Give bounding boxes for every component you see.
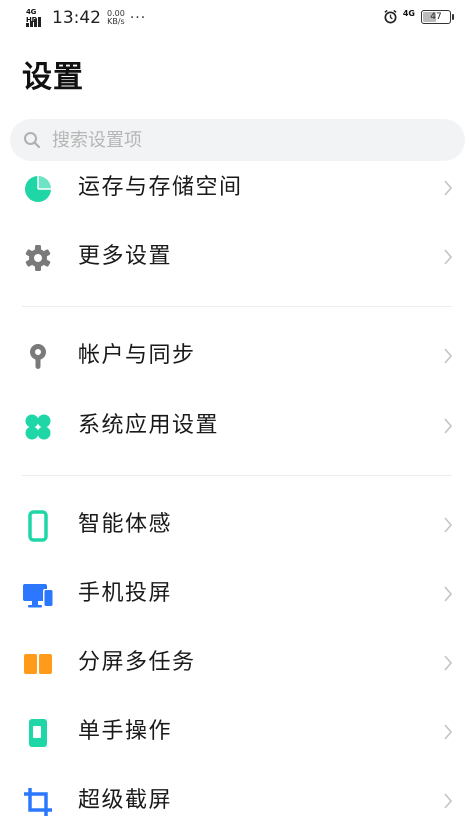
setting-item-one-hand[interactable]: 单手操作 bbox=[0, 702, 475, 762]
setting-item-label: 超级截屏 bbox=[78, 788, 173, 813]
section-divider bbox=[22, 306, 452, 307]
status-left: 4G HD 13:42 0.00 KB/s ··· bbox=[26, 8, 146, 28]
battery-icon: 47 bbox=[421, 9, 454, 24]
status-time: 13:42 bbox=[52, 8, 101, 28]
chevron-right-icon bbox=[444, 249, 453, 265]
chevron-right-icon bbox=[444, 180, 453, 196]
screen-cast-icon bbox=[23, 584, 53, 608]
setting-item-label: 帐户与同步 bbox=[78, 343, 196, 368]
chevron-right-icon bbox=[444, 418, 453, 434]
search-bar[interactable] bbox=[10, 119, 465, 161]
page-title: 设置 bbox=[22, 60, 84, 95]
setting-item-label: 智能体感 bbox=[78, 512, 173, 537]
chevron-right-icon bbox=[444, 586, 453, 602]
chevron-right-icon bbox=[444, 517, 453, 533]
chevron-right-icon bbox=[444, 793, 453, 809]
setting-item-account-sync[interactable]: 帐户与同步 bbox=[0, 326, 475, 386]
one-hand-icon bbox=[29, 719, 47, 747]
location-pin-icon bbox=[30, 344, 46, 369]
phone-outline-icon bbox=[28, 510, 48, 542]
speed-unit: KB/s bbox=[107, 17, 125, 26]
chevron-right-icon bbox=[444, 348, 453, 364]
setting-item-split-screen[interactable]: 分屏多任务 bbox=[0, 633, 475, 693]
setting-item-system-apps[interactable]: 系统应用设置 bbox=[0, 396, 475, 456]
setting-item-motion-sense[interactable]: 智能体感 bbox=[0, 495, 475, 555]
setting-item-label: 运存与存储空间 bbox=[78, 175, 243, 200]
setting-item-screen-cast[interactable]: 手机投屏 bbox=[0, 564, 475, 624]
status-bar: 4G HD 13:42 0.00 KB/s ··· 4G 47 bbox=[0, 0, 475, 38]
setting-item-label: 系统应用设置 bbox=[78, 413, 220, 438]
alarm-icon bbox=[384, 9, 397, 24]
search-input[interactable] bbox=[52, 119, 432, 161]
setting-item-label: 更多设置 bbox=[78, 244, 173, 269]
chevron-right-icon bbox=[444, 724, 453, 740]
signal-icon: 4G HD bbox=[26, 8, 46, 28]
setting-item-label: 单手操作 bbox=[78, 719, 173, 744]
setting-item-super-screenshot[interactable]: 超级截屏 bbox=[0, 771, 475, 831]
network-speed: 0.00 KB/s bbox=[107, 10, 125, 26]
battery-level: 47 bbox=[430, 11, 442, 22]
setting-item-more-settings[interactable]: 更多设置 bbox=[0, 227, 475, 287]
setting-item-label: 分屏多任务 bbox=[78, 650, 196, 675]
pie-chart-icon bbox=[25, 176, 51, 202]
screenshot-icon bbox=[24, 788, 52, 816]
chevron-right-icon bbox=[444, 655, 453, 671]
status-right: 4G 47 bbox=[383, 9, 454, 24]
setting-item-label: 手机投屏 bbox=[78, 581, 173, 606]
network-4g: 4G bbox=[402, 9, 415, 18]
section-divider bbox=[22, 475, 452, 476]
gear-icon bbox=[25, 245, 51, 271]
search-icon bbox=[24, 132, 41, 149]
setting-item-memory-storage[interactable]: 运存与存储空间 bbox=[0, 158, 475, 218]
more-notifications-icon: ··· bbox=[129, 10, 147, 26]
clover-icon bbox=[25, 414, 51, 440]
split-screen-icon bbox=[24, 654, 52, 674]
